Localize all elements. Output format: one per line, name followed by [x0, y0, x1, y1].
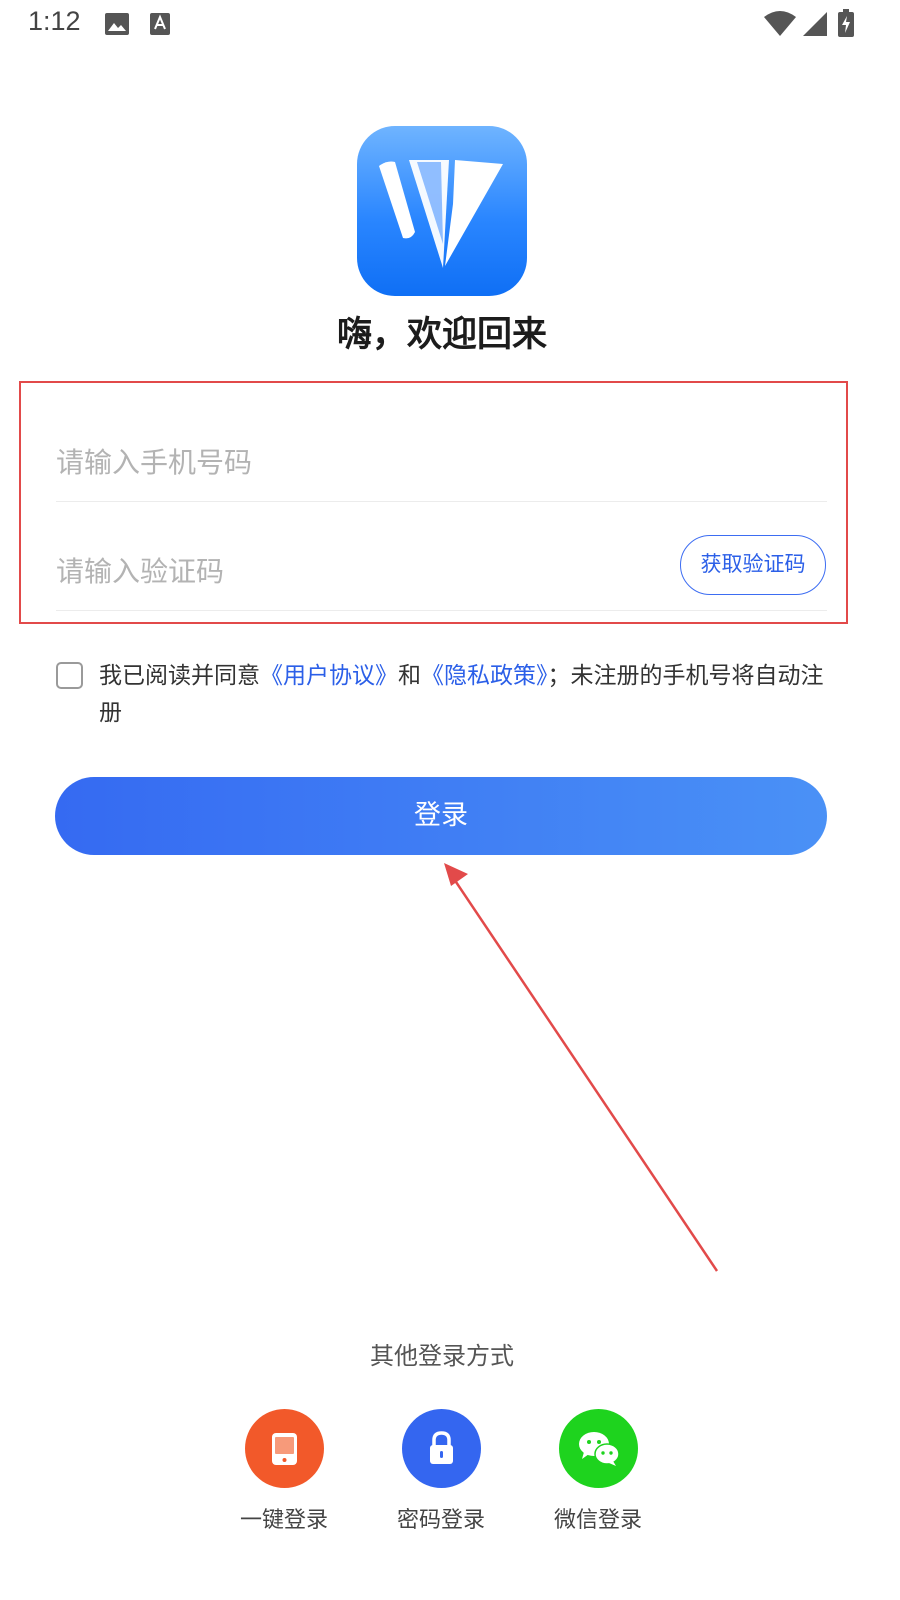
login-button[interactable]: 登录	[55, 777, 827, 855]
phone-field	[56, 423, 827, 502]
phone-icon	[244, 1409, 324, 1488]
wechat-icon	[558, 1409, 638, 1488]
agreement-and: 和	[398, 663, 421, 689]
privacy-policy-link[interactable]: 《隐私政策》	[421, 663, 548, 689]
wechat-login-button[interactable]: 微信登录	[543, 1409, 653, 1534]
wifi-icon	[764, 11, 796, 36]
phone-input[interactable]	[56, 437, 656, 487]
welcome-title: 嗨，欢迎回来	[336, 315, 547, 355]
one-click-login-button[interactable]: 一键登录	[229, 1409, 339, 1534]
agreement-prefix: 我已阅读并同意	[99, 663, 260, 689]
app-logo-v-icon-glyph	[379, 160, 503, 268]
other-login-title: 其他登录方式	[370, 1342, 514, 1370]
battery-charging-icon	[838, 9, 854, 37]
verification-code-input[interactable]	[56, 546, 616, 596]
signal-icon	[803, 12, 827, 36]
password-login-button[interactable]: 密码登录	[386, 1409, 496, 1534]
get-code-button[interactable]: 获取验证码	[680, 535, 826, 595]
app-logo-v-icon	[357, 126, 527, 296]
status-time: 1:12	[28, 6, 81, 36]
wechat-login-label: 微信登录	[553, 1508, 642, 1533]
image-icon	[105, 13, 129, 35]
user-agreement-link[interactable]: 《用户协议》	[260, 663, 398, 689]
text-a-icon	[150, 13, 170, 35]
password-login-label: 密码登录	[396, 1508, 485, 1533]
one-click-login-label: 一键登录	[239, 1508, 328, 1533]
status-bar: 1:12	[0, 0, 900, 50]
lock-icon	[401, 1409, 481, 1488]
agreement-checkbox[interactable]	[56, 662, 83, 689]
agreement-text: 我已阅读并同意《用户协议》和《隐私政策》；未注册的手机号将自动注册	[99, 658, 829, 732]
